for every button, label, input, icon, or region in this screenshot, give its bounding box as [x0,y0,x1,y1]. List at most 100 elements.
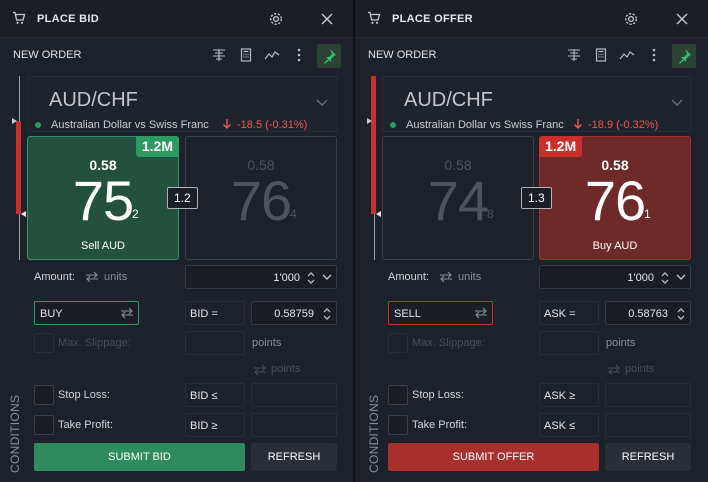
toolbar: NEW ORDER [0,40,353,70]
refresh-button[interactable]: REFRESH [251,443,337,471]
down-arrow-icon [574,119,582,129]
amount-label: Amount: [34,271,75,283]
price-input[interactable]: 0.58759 [251,301,337,325]
price-big-figure: 76 [584,169,646,232]
ladder-top-marker [367,118,372,124]
sell-price-tile[interactable]: 0.58 74 8 [382,136,534,260]
price-big-figure: 76 [230,169,292,232]
chevron-down-icon[interactable] [322,274,332,281]
amount-input[interactable]: 1'000 [185,265,337,289]
price-input[interactable]: 0.58763 [605,301,691,325]
points-label: points [606,337,636,349]
chart-icon[interactable] [264,47,280,63]
stop-loss-reference-label: ASK ≥ [544,390,576,402]
chevron-down-icon[interactable] [676,274,686,281]
amount-value: 1'000 [627,272,654,284]
pin-icon [679,49,691,64]
amount-input[interactable]: 1'000 [539,265,691,289]
spinner-icon[interactable] [677,307,685,321]
swap-icon [608,364,620,376]
price-value: 0.58759 [274,308,314,320]
sell-price-tile[interactable]: 1.2M 0.58 75 2 Sell AUD [27,136,179,260]
price-reference-label: BID = [190,308,218,320]
units-label[interactable]: units [104,271,127,283]
price-reference: ASK = [539,301,599,325]
pin-button[interactable] [317,44,341,68]
tile-action-label: Sell AUD [80,240,126,252]
ladder-current-marker [376,211,381,217]
price-pip: 8 [487,207,494,221]
conditions-label: CONDITIONS [367,394,381,473]
units-label[interactable]: units [458,271,481,283]
stop-loss-checkbox[interactable] [34,385,54,405]
take-profit-label: Take Profit: [58,419,114,431]
side-value: SELL [394,308,421,320]
calculator-icon[interactable] [238,47,254,63]
submit-bid-button[interactable]: SUBMIT BID [34,443,245,471]
window-title: PLACE BID [37,13,99,25]
take-profit-reference: BID ≥ [185,413,245,437]
ladder-current-marker [21,211,26,217]
take-profit-reference-label: BID ≥ [190,420,218,432]
price-pip: 1 [644,207,651,221]
ladder-icon[interactable] [211,47,227,63]
ladder-icon[interactable] [566,47,582,63]
liquidity-size: 1.2M [135,136,179,157]
gear-icon[interactable] [268,11,284,27]
spinner-icon[interactable] [307,271,315,285]
spread-badge: 1.3 [521,187,552,209]
place-bid-panel: PLACE BID NEW ORDER AUD/CHF Australian D… [0,0,353,482]
close-icon[interactable] [674,11,690,27]
price-pip: 4 [290,207,297,221]
gear-icon[interactable] [623,11,639,27]
swap-icon [121,307,133,319]
chevron-down-icon [316,99,328,106]
swap-icon [254,364,266,376]
stop-loss-checkbox[interactable] [388,385,408,405]
pin-icon [324,49,336,64]
new-order-label: NEW ORDER [13,49,82,61]
amount-value: 1'000 [273,272,300,284]
spinner-icon[interactable] [323,307,331,321]
slippage-checkbox [388,333,408,353]
refresh-button[interactable]: REFRESH [605,443,691,471]
buy-price-tile[interactable]: 0.58 76 4 [185,136,337,260]
title-bar: PLACE BID [0,0,353,38]
stop-loss-input [251,383,337,407]
take-profit-checkbox[interactable] [34,415,54,435]
price-reference-label: ASK = [544,308,576,320]
spinner-icon[interactable] [661,271,669,285]
side-selector[interactable]: BUY [34,301,139,325]
title-bar: PLACE OFFER [355,0,708,38]
slippage-label: Max. Slippage: [412,337,485,349]
cart-icon [368,11,381,24]
side-selector[interactable]: SELL [388,301,493,325]
price-pip: 2 [132,207,139,221]
more-icon[interactable] [291,47,307,63]
points-sub-label: points [625,363,655,375]
buy-price-tile[interactable]: 1.2M 0.58 76 1 Buy AUD [539,136,691,260]
instrument-description: Australian Dollar vs Swiss Franc [51,119,209,131]
slippage-checkbox [34,333,54,353]
chevron-down-icon [671,99,683,106]
take-profit-checkbox[interactable] [388,415,408,435]
chart-icon[interactable] [619,47,635,63]
place-offer-panel: PLACE OFFER NEW ORDER AUD/CHF Australian… [355,0,708,482]
price-reference: BID = [185,301,245,325]
instrument-pair: AUD/CHF [404,89,493,111]
swap-icon[interactable] [85,271,99,283]
submit-offer-button[interactable]: SUBMIT OFFER [388,443,599,471]
new-order-label: NEW ORDER [368,49,437,61]
stop-loss-label: Stop Loss: [412,389,464,401]
pin-button[interactable] [672,44,696,68]
stop-loss-label: Stop Loss: [58,389,110,401]
calculator-icon[interactable] [593,47,609,63]
stop-loss-reference: BID ≤ [185,383,245,407]
window-title: PLACE OFFER [392,13,473,25]
more-icon[interactable] [646,47,662,63]
close-icon[interactable] [319,11,335,27]
price-change: -18.5 (-0.31%) [237,119,308,131]
cart-icon [13,11,26,24]
points-label: points [252,337,282,349]
swap-icon[interactable] [439,271,453,283]
